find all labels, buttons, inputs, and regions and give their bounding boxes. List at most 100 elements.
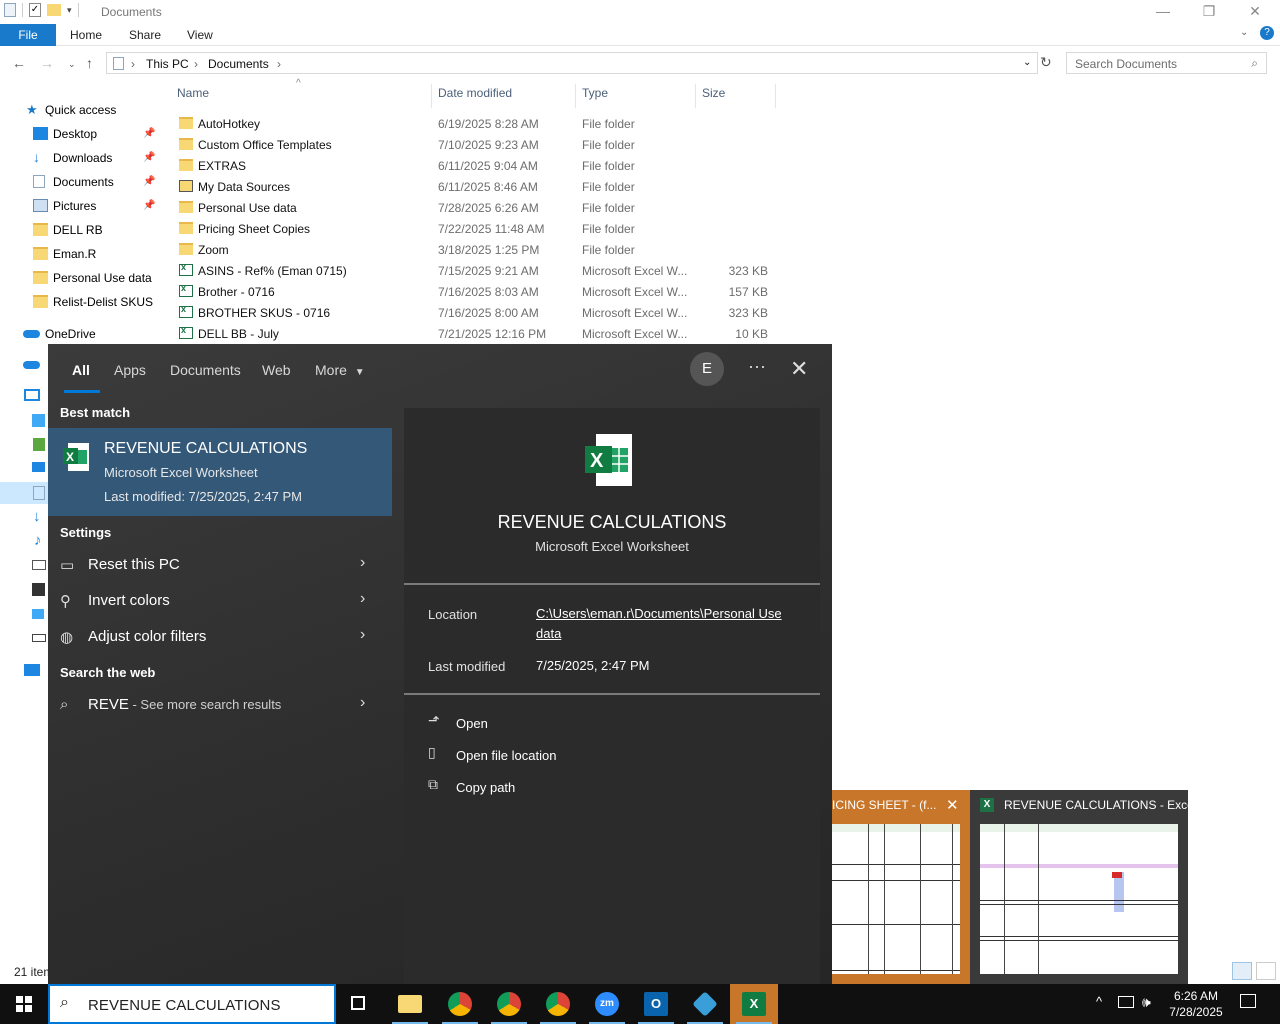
nav-quick-access[interactable]: ★ Quick access xyxy=(0,98,158,122)
nav-label: OneDrive xyxy=(45,327,96,341)
detail-subtitle: Microsoft Excel Worksheet xyxy=(535,539,689,554)
file-row[interactable]: Zoom 3/18/2025 1:25 PM File folder xyxy=(170,239,780,260)
setting-adjust-color-filters[interactable]: ◍ Adjust color filters › xyxy=(48,620,392,656)
column-divider[interactable] xyxy=(575,84,576,108)
thumbnail-revenue-calculations[interactable]: X REVENUE CALCULATIONS - Excel xyxy=(970,790,1197,984)
sidebar-item-documents[interactable]: Documents 📌 xyxy=(0,170,158,194)
tab-share[interactable]: Share xyxy=(129,24,161,46)
back-arrow-icon[interactable]: ← xyxy=(12,55,26,71)
desktop-icon xyxy=(33,127,48,140)
tab-more[interactable]: More ▼ xyxy=(315,362,365,378)
column-divider[interactable] xyxy=(775,84,776,108)
address-bar[interactable]: › This PC › Documents › ⌄ xyxy=(106,52,1038,74)
more-options-icon[interactable]: ··· xyxy=(748,356,766,377)
notifications-icon[interactable] xyxy=(1240,994,1256,1008)
forward-arrow-icon[interactable]: → xyxy=(40,55,54,71)
help-icon[interactable]: ? xyxy=(1260,26,1274,40)
avatar[interactable]: E xyxy=(690,352,724,386)
close-button[interactable]: ✕ xyxy=(1232,0,1278,24)
close-icon[interactable]: ✕ xyxy=(790,356,808,382)
sidebar-item-pictures[interactable]: Pictures 📌 xyxy=(0,194,158,218)
properties-icon[interactable] xyxy=(4,3,16,17)
large-icons-view-button[interactable] xyxy=(1256,962,1276,980)
recent-locations-icon[interactable]: ⌄ xyxy=(68,59,76,70)
location-link[interactable]: C:\Users\eman.r\Documents\Personal Use d… xyxy=(536,604,800,644)
details-view-button[interactable] xyxy=(1232,962,1252,980)
file-row[interactable]: DELL BB - July 7/21/2025 12:16 PM Microsof… xyxy=(170,323,780,344)
chevron-down-icon[interactable]: ⌄ xyxy=(1023,57,1031,68)
column-header-type[interactable]: Type xyxy=(582,86,608,106)
file-row[interactable]: My Data Sources 6/11/2025 8:46 AM File fol… xyxy=(170,176,780,197)
close-icon[interactable]: ✕ xyxy=(946,796,959,814)
tab-file[interactable]: File xyxy=(0,24,56,46)
setting-reset-this-pc[interactable]: ▭ Reset this PC › xyxy=(48,548,392,584)
restore-button[interactable]: ❐ xyxy=(1186,0,1232,24)
expand-ribbon-icon[interactable]: ⌄ xyxy=(1240,27,1248,38)
sidebar-item-personal-use-data[interactable]: Personal Use data xyxy=(0,266,158,290)
volume-icon[interactable]: 🕪 xyxy=(1142,994,1151,1024)
sidebar-item-dell-rb[interactable]: DELL RB xyxy=(0,218,158,242)
tab-home[interactable]: Home xyxy=(70,24,102,46)
checkmark-icon[interactable]: ✓ xyxy=(29,3,41,17)
new-folder-icon[interactable] xyxy=(47,4,61,16)
column-divider[interactable] xyxy=(431,84,432,108)
network-icon[interactable] xyxy=(1118,996,1134,1008)
tab-view[interactable]: View xyxy=(187,24,213,46)
column-header-date-modified[interactable]: Date modified xyxy=(438,86,512,106)
action-open[interactable]: ⬏ Open xyxy=(428,712,728,736)
file-row[interactable]: ASINS - Ref% (Eman 0715) 7/15/2025 9:21 A… xyxy=(170,260,780,281)
tab-all[interactable]: All xyxy=(72,362,90,378)
sidebar-item-relist-delist-skus[interactable]: Relist-Delist SKUS xyxy=(0,290,158,314)
best-match-result[interactable]: X REVENUE CALCULATIONS Microsoft Excel W… xyxy=(48,428,392,516)
up-arrow-icon[interactable]: ↑ xyxy=(86,55,93,71)
taskbar-search-input[interactable]: ⌕ REVENUE CALCULATIONS xyxy=(48,984,336,1024)
chevron-down-icon[interactable]: ▾ xyxy=(67,5,72,16)
task-view-button[interactable] xyxy=(336,984,384,1024)
web-search-result[interactable]: ⌕ REVE - See more search results › xyxy=(48,688,392,724)
file-row[interactable]: BROTHER SKUS - 0716 7/16/2025 8:00 AM Micr… xyxy=(170,302,780,323)
action-copy-path[interactable]: ⧉ Copy path xyxy=(428,776,728,800)
divider xyxy=(404,583,820,585)
file-row[interactable]: Custom Office Templates 7/10/2025 9:23 AM… xyxy=(170,134,780,155)
file-name: DELL BB - July xyxy=(198,327,279,341)
taskbar-outlook[interactable]: O xyxy=(632,984,680,1024)
nav-onedrive[interactable]: OneDrive xyxy=(0,322,158,346)
sidebar-item-eman-r[interactable]: Eman.R xyxy=(0,242,158,266)
best-match-heading: Best match xyxy=(60,405,131,420)
sidebar-item-desktop[interactable]: Desktop 📌 xyxy=(0,122,158,146)
column-header-size[interactable]: Size xyxy=(702,86,725,106)
system-clock[interactable]: 6:26 AM 7/28/2025 xyxy=(1160,988,1232,1020)
taskbar-zoom[interactable]: zm xyxy=(583,984,631,1024)
column-divider[interactable] xyxy=(695,84,696,108)
setting-invert-colors[interactable]: ⚲ Invert colors › xyxy=(48,584,392,620)
breadcrumb-this-pc[interactable]: This PC xyxy=(146,57,189,71)
file-row[interactable]: Personal Use data 7/28/2025 6:26 AM File f… xyxy=(170,197,780,218)
breadcrumb-documents[interactable]: Documents xyxy=(208,57,269,71)
show-hidden-icons-button[interactable]: ^ xyxy=(1096,994,1102,1024)
sidebar-item-downloads[interactable]: ↓ Downloads 📌 xyxy=(0,146,158,170)
start-button[interactable] xyxy=(0,984,48,1024)
tab-web[interactable]: Web xyxy=(262,362,291,378)
thumbnail-pricing-sheet[interactable]: ICING SHEET - (f... ✕ xyxy=(832,790,970,984)
folder-icon xyxy=(33,271,48,284)
column-header-name[interactable]: Name xyxy=(177,86,209,106)
search-placeholder: Search Documents xyxy=(1075,57,1178,71)
taskbar-chrome-3[interactable] xyxy=(534,984,582,1024)
tab-documents[interactable]: Documents xyxy=(170,362,241,378)
file-row[interactable]: EXTRAS 6/11/2025 9:04 AM File folder xyxy=(170,155,780,176)
taskbar-app-diamond[interactable] xyxy=(681,984,729,1024)
excel-file-icon xyxy=(179,304,193,318)
file-row[interactable]: Brother - 0716 7/16/2025 8:03 AM Microsoft… xyxy=(170,281,780,302)
refresh-icon[interactable]: ↻ xyxy=(1040,54,1052,71)
chrome-icon xyxy=(546,992,570,1016)
file-row[interactable]: Pricing Sheet Copies 7/22/2025 11:48 AM Fi… xyxy=(170,218,780,239)
taskbar-chrome-1[interactable] xyxy=(436,984,484,1024)
minimize-button[interactable]: — xyxy=(1140,0,1186,24)
action-open-file-location[interactable]: ▯ Open file location xyxy=(428,744,728,768)
taskbar-file-explorer[interactable] xyxy=(386,984,434,1024)
tab-apps[interactable]: Apps xyxy=(114,362,146,378)
taskbar-excel[interactable]: X xyxy=(730,984,778,1024)
taskbar-chrome-2[interactable] xyxy=(485,984,533,1024)
file-row[interactable]: AutoHotkey 6/19/2025 8:28 AM File folder xyxy=(170,113,780,134)
search-input[interactable]: Search Documents ⌕ xyxy=(1066,52,1267,74)
